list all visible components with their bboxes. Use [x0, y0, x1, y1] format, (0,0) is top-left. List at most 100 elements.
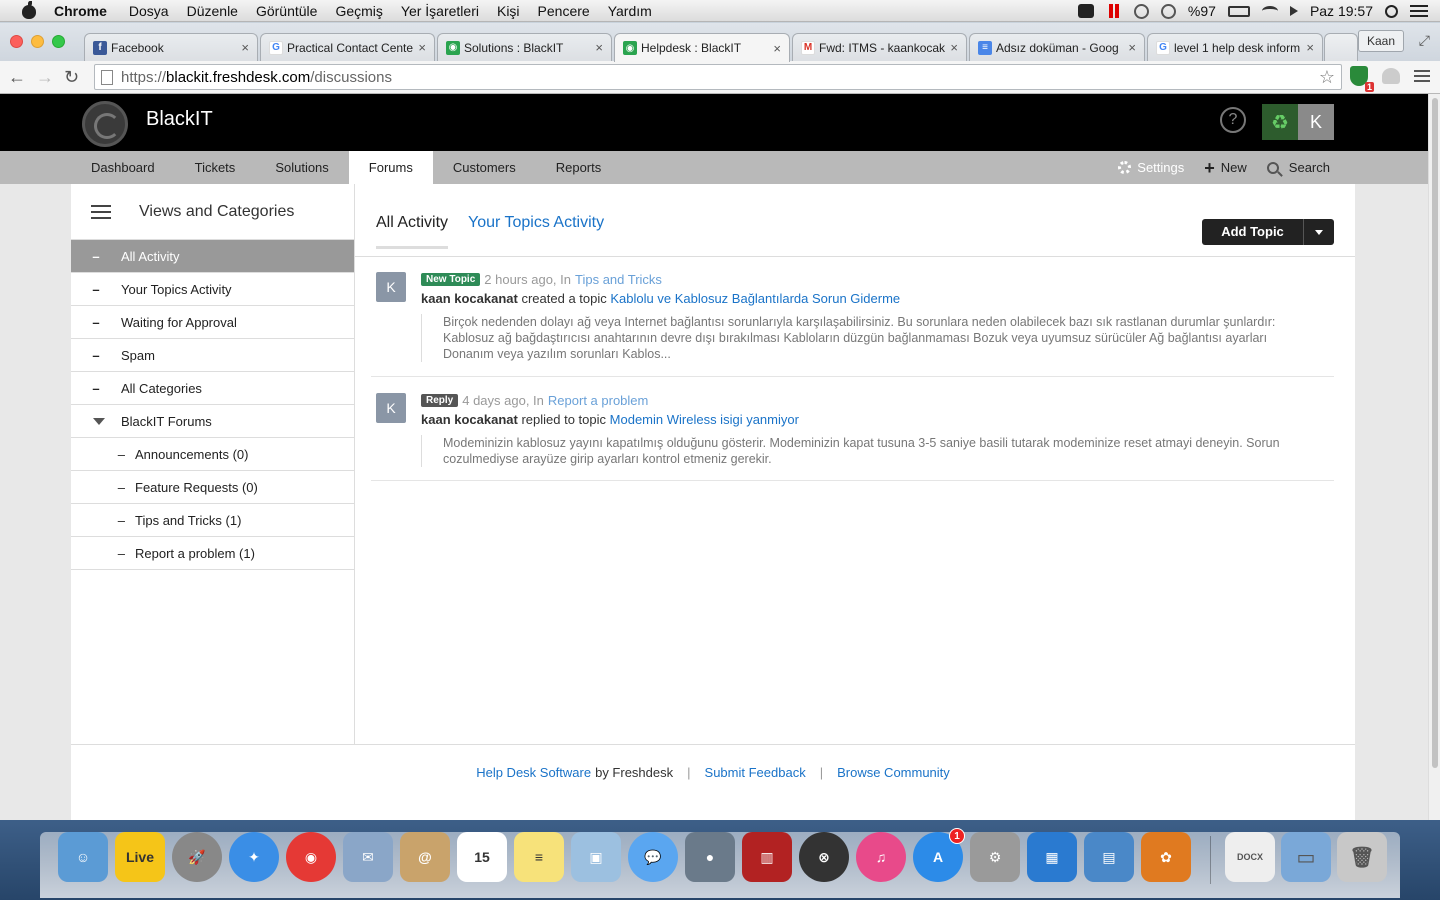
- itunes-icon[interactable]: ♫: [856, 832, 906, 882]
- new-button[interactable]: + New: [1204, 159, 1247, 177]
- back-arrow-icon[interactable]: ←: [8, 67, 26, 88]
- user-avatar[interactable]: K: [1298, 104, 1334, 140]
- address-bar[interactable]: https://blackit.freshdesk.com/discussion…: [94, 64, 1342, 90]
- safari-icon[interactable]: ✦: [229, 832, 279, 882]
- fl-studio-icon[interactable]: ✿: [1141, 832, 1191, 882]
- sidebar-group-blackit-forums[interactable]: BlackIT Forums: [71, 405, 354, 438]
- finder-icon[interactable]: ☺: [58, 832, 108, 882]
- add-topic-button[interactable]: Add Topic: [1202, 219, 1334, 245]
- extension-drive-icon[interactable]: [1382, 68, 1400, 84]
- chrome-icon[interactable]: ◉: [286, 832, 336, 882]
- forum-link[interactable]: Report a problem: [548, 393, 648, 408]
- chrome-menu-icon[interactable]: [1414, 70, 1430, 82]
- sidebar-forum-item[interactable]: – Feature Requests (0): [71, 471, 354, 504]
- submit-feedback-link[interactable]: Submit Feedback: [705, 765, 806, 780]
- status-app-icon[interactable]: [1077, 4, 1094, 18]
- agent-status-icon[interactable]: ♻: [1262, 104, 1298, 140]
- window-close-button[interactable]: [10, 35, 23, 48]
- apple-menu-icon[interactable]: [20, 0, 40, 19]
- mail-icon[interactable]: ✉: [343, 832, 393, 882]
- sidebar-forum-item[interactable]: – Report a problem (1): [71, 537, 354, 570]
- user-avatar[interactable]: K: [376, 393, 406, 423]
- tab-your-topics-activity[interactable]: Your Topics Activity: [468, 214, 604, 249]
- docx-file-icon[interactable]: DOCX: [1225, 832, 1275, 882]
- wifi-icon[interactable]: [1261, 6, 1278, 16]
- page-scrollbar[interactable]: [1428, 94, 1440, 820]
- tab-dashboard[interactable]: Dashboard: [71, 151, 175, 184]
- new-tab-button[interactable]: [1324, 33, 1358, 61]
- remote-desktop-icon[interactable]: ▦: [1027, 832, 1077, 882]
- trash-icon[interactable]: 🗑: [1337, 832, 1387, 882]
- sidebar-forum-item[interactable]: – Announcements (0): [71, 438, 354, 471]
- time-machine-icon[interactable]: [1133, 3, 1149, 19]
- topic-link[interactable]: Modemin Wireless isigi yanmiyor: [610, 412, 799, 427]
- tab-reports[interactable]: Reports: [536, 151, 622, 184]
- folder-icon[interactable]: ▭: [1281, 832, 1331, 882]
- scrollbar-thumb[interactable]: [1432, 98, 1438, 768]
- menu-window[interactable]: Pencere: [538, 3, 590, 19]
- settings-link[interactable]: Settings: [1118, 160, 1184, 175]
- menu-history[interactable]: Geçmiş: [335, 3, 382, 19]
- browser-tab[interactable]: ◉ Solutions : BlackIT ×: [437, 33, 612, 61]
- search-button[interactable]: Search: [1266, 160, 1330, 175]
- tab-solutions[interactable]: Solutions: [255, 151, 348, 184]
- window-zoom-button[interactable]: [52, 35, 65, 48]
- browser-tab[interactable]: f Facebook ×: [84, 33, 258, 61]
- menu-app-name[interactable]: Chrome: [54, 3, 107, 19]
- photo-booth-icon[interactable]: ▥: [742, 832, 792, 882]
- volume-icon[interactable]: [1289, 6, 1298, 16]
- bluetooth-icon[interactable]: [1160, 3, 1176, 19]
- browser-tab[interactable]: G Practical Contact Cente ×: [260, 33, 435, 61]
- browser-tab[interactable]: ≡ Adsız doküman - Goog ×: [969, 33, 1145, 61]
- notification-center-icon[interactable]: [1410, 5, 1428, 17]
- spotlight-icon[interactable]: [1385, 4, 1398, 18]
- calendar-icon[interactable]: 15: [457, 832, 507, 882]
- virtual-machine-icon[interactable]: ▤: [1084, 832, 1134, 882]
- tab-close-icon[interactable]: ×: [773, 41, 781, 56]
- hamburger-menu-icon[interactable]: [91, 204, 111, 219]
- help-icon[interactable]: ?: [1220, 107, 1246, 133]
- sidebar-forum-item[interactable]: – Tips and Tricks (1): [71, 504, 354, 537]
- live-icon[interactable]: Live: [115, 832, 165, 882]
- browse-community-link[interactable]: Browse Community: [837, 765, 950, 780]
- browser-tab[interactable]: M Fwd: ITMS - kaankocak ×: [792, 33, 967, 61]
- system-preferences-icon[interactable]: ⚙: [970, 832, 1020, 882]
- fullscreen-icon[interactable]: ⤢: [1419, 32, 1430, 49]
- add-topic-dropdown-icon[interactable]: [1304, 230, 1334, 235]
- notes-icon[interactable]: ≡: [514, 832, 564, 882]
- menu-edit[interactable]: Düzenle: [187, 3, 238, 19]
- menu-people[interactable]: Kişi: [497, 3, 520, 19]
- tab-close-icon[interactable]: ×: [1306, 40, 1314, 55]
- sidebar-item[interactable]: – Waiting for Approval: [71, 306, 354, 339]
- menu-bookmarks[interactable]: Yer İşaretleri: [401, 3, 479, 19]
- user-avatar[interactable]: K: [376, 272, 406, 302]
- sidebar-item[interactable]: – Spam: [71, 339, 354, 372]
- extension-shield-icon[interactable]: 1: [1350, 66, 1374, 92]
- tab-close-icon[interactable]: ×: [418, 40, 426, 55]
- app-switch-icon[interactable]: ⊗: [799, 832, 849, 882]
- battery-icon[interactable]: [1227, 5, 1250, 17]
- tab-close-icon[interactable]: ×: [595, 40, 603, 55]
- topic-link[interactable]: Kablolu ve Kablosuz Bağlantılarda Sorun …: [610, 291, 900, 306]
- messages-icon[interactable]: 💬: [628, 832, 678, 882]
- menu-help[interactable]: Yardım: [608, 3, 652, 19]
- menubar-clock[interactable]: Paz 19:57: [1310, 3, 1373, 19]
- tab-customers[interactable]: Customers: [433, 151, 536, 184]
- contacts-icon[interactable]: @: [400, 832, 450, 882]
- forum-link[interactable]: Tips and Tricks: [575, 272, 662, 287]
- activity-user[interactable]: kaan kocakanat: [421, 412, 518, 427]
- help-desk-software-link[interactable]: Help Desk Software: [476, 765, 591, 780]
- sidebar-item[interactable]: – All Categories: [71, 372, 354, 405]
- tab-tickets[interactable]: Tickets: [175, 151, 256, 184]
- reload-icon[interactable]: ↻: [64, 67, 79, 88]
- activity-user[interactable]: kaan kocakanat: [421, 291, 518, 306]
- tab-all-activity[interactable]: All Activity: [376, 214, 449, 249]
- window-minimize-button[interactable]: [31, 35, 44, 48]
- preview-icon[interactable]: ▣: [571, 832, 621, 882]
- menu-file[interactable]: Dosya: [129, 3, 169, 19]
- menu-view[interactable]: Görüntüle: [256, 3, 317, 19]
- bookmark-star-icon[interactable]: ☆: [1319, 67, 1335, 88]
- profile-button[interactable]: Kaan: [1357, 30, 1404, 52]
- parallels-icon[interactable]: [1106, 4, 1122, 18]
- forward-arrow-icon[interactable]: →: [36, 67, 54, 88]
